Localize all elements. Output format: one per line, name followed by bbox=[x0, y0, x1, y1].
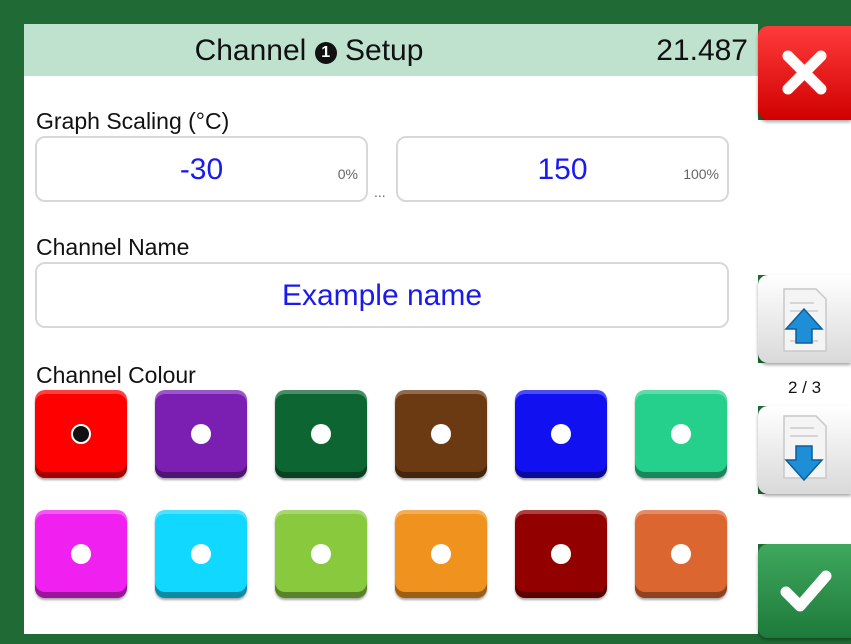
swatch-indicator bbox=[551, 544, 571, 564]
colour-swatch-blue[interactable] bbox=[515, 390, 607, 478]
header-bar: Channel 1 Setup 21.487 bbox=[24, 24, 758, 76]
swatch-indicator bbox=[431, 544, 451, 564]
scaling-low-field[interactable]: -30 0% bbox=[35, 136, 368, 202]
scaling-low-value: -30 bbox=[179, 153, 224, 186]
swatch-indicator bbox=[191, 544, 211, 564]
page-up-icon bbox=[783, 288, 827, 352]
sidebar-background bbox=[758, 120, 851, 275]
page-down-button[interactable] bbox=[758, 406, 851, 494]
swatch-indicator bbox=[551, 424, 571, 444]
colour-swatch-cyan[interactable] bbox=[155, 510, 247, 598]
close-icon bbox=[782, 50, 827, 95]
page-title: Channel 1 Setup bbox=[24, 24, 594, 76]
page-up-button[interactable] bbox=[758, 275, 851, 363]
colour-swatch-magenta[interactable] bbox=[35, 510, 127, 598]
swatch-indicator bbox=[191, 424, 211, 444]
colour-swatch-orange[interactable] bbox=[395, 510, 487, 598]
channel-number-badge: 1 bbox=[314, 42, 337, 64]
scaling-separator: ... bbox=[374, 184, 386, 200]
channel-name-label: Channel Name bbox=[36, 234, 190, 260]
sidebar-background-low bbox=[758, 494, 851, 544]
channel-name-value: Example name bbox=[281, 279, 483, 312]
colour-swatch-brown[interactable] bbox=[395, 390, 487, 478]
colour-swatch-lime[interactable] bbox=[275, 510, 367, 598]
colour-swatch-dark-red[interactable] bbox=[515, 510, 607, 598]
swatch-indicator bbox=[431, 424, 451, 444]
swatch-indicator bbox=[671, 424, 691, 444]
channel-colour-label: Channel Colour bbox=[36, 362, 196, 388]
colour-swatch-mint[interactable] bbox=[635, 390, 727, 478]
swatch-indicator bbox=[71, 424, 91, 444]
swatch-indicator bbox=[311, 544, 331, 564]
scaling-high-value: 150 bbox=[537, 153, 588, 186]
graph-scaling-label: Graph Scaling (°C) bbox=[36, 108, 230, 134]
title-suffix: Setup bbox=[345, 34, 424, 67]
swatch-indicator bbox=[71, 544, 91, 564]
swatch-indicator bbox=[311, 424, 331, 444]
page-down-icon bbox=[783, 415, 827, 482]
colour-swatch-copper[interactable] bbox=[635, 510, 727, 598]
colour-swatch-dark-green[interactable] bbox=[275, 390, 367, 478]
setup-panel: Channel 1 Setup 21.487 Graph Scaling (°C… bbox=[24, 24, 758, 634]
colour-swatch-red[interactable] bbox=[35, 390, 127, 478]
scaling-high-field[interactable]: 150 100% bbox=[396, 136, 729, 202]
scaling-high-percent: 100% bbox=[683, 166, 719, 182]
channel-name-field[interactable]: Example name bbox=[35, 262, 729, 328]
title-prefix: Channel bbox=[194, 34, 307, 67]
checkmark-icon bbox=[780, 570, 832, 612]
page-indicator: 2 / 3 bbox=[787, 378, 822, 397]
close-button[interactable] bbox=[758, 26, 851, 120]
colour-swatch-purple[interactable] bbox=[155, 390, 247, 478]
swatch-indicator bbox=[671, 544, 691, 564]
accept-button[interactable] bbox=[758, 544, 851, 638]
scaling-low-percent: 0% bbox=[337, 166, 358, 182]
current-reading: 21.487 bbox=[656, 34, 748, 67]
